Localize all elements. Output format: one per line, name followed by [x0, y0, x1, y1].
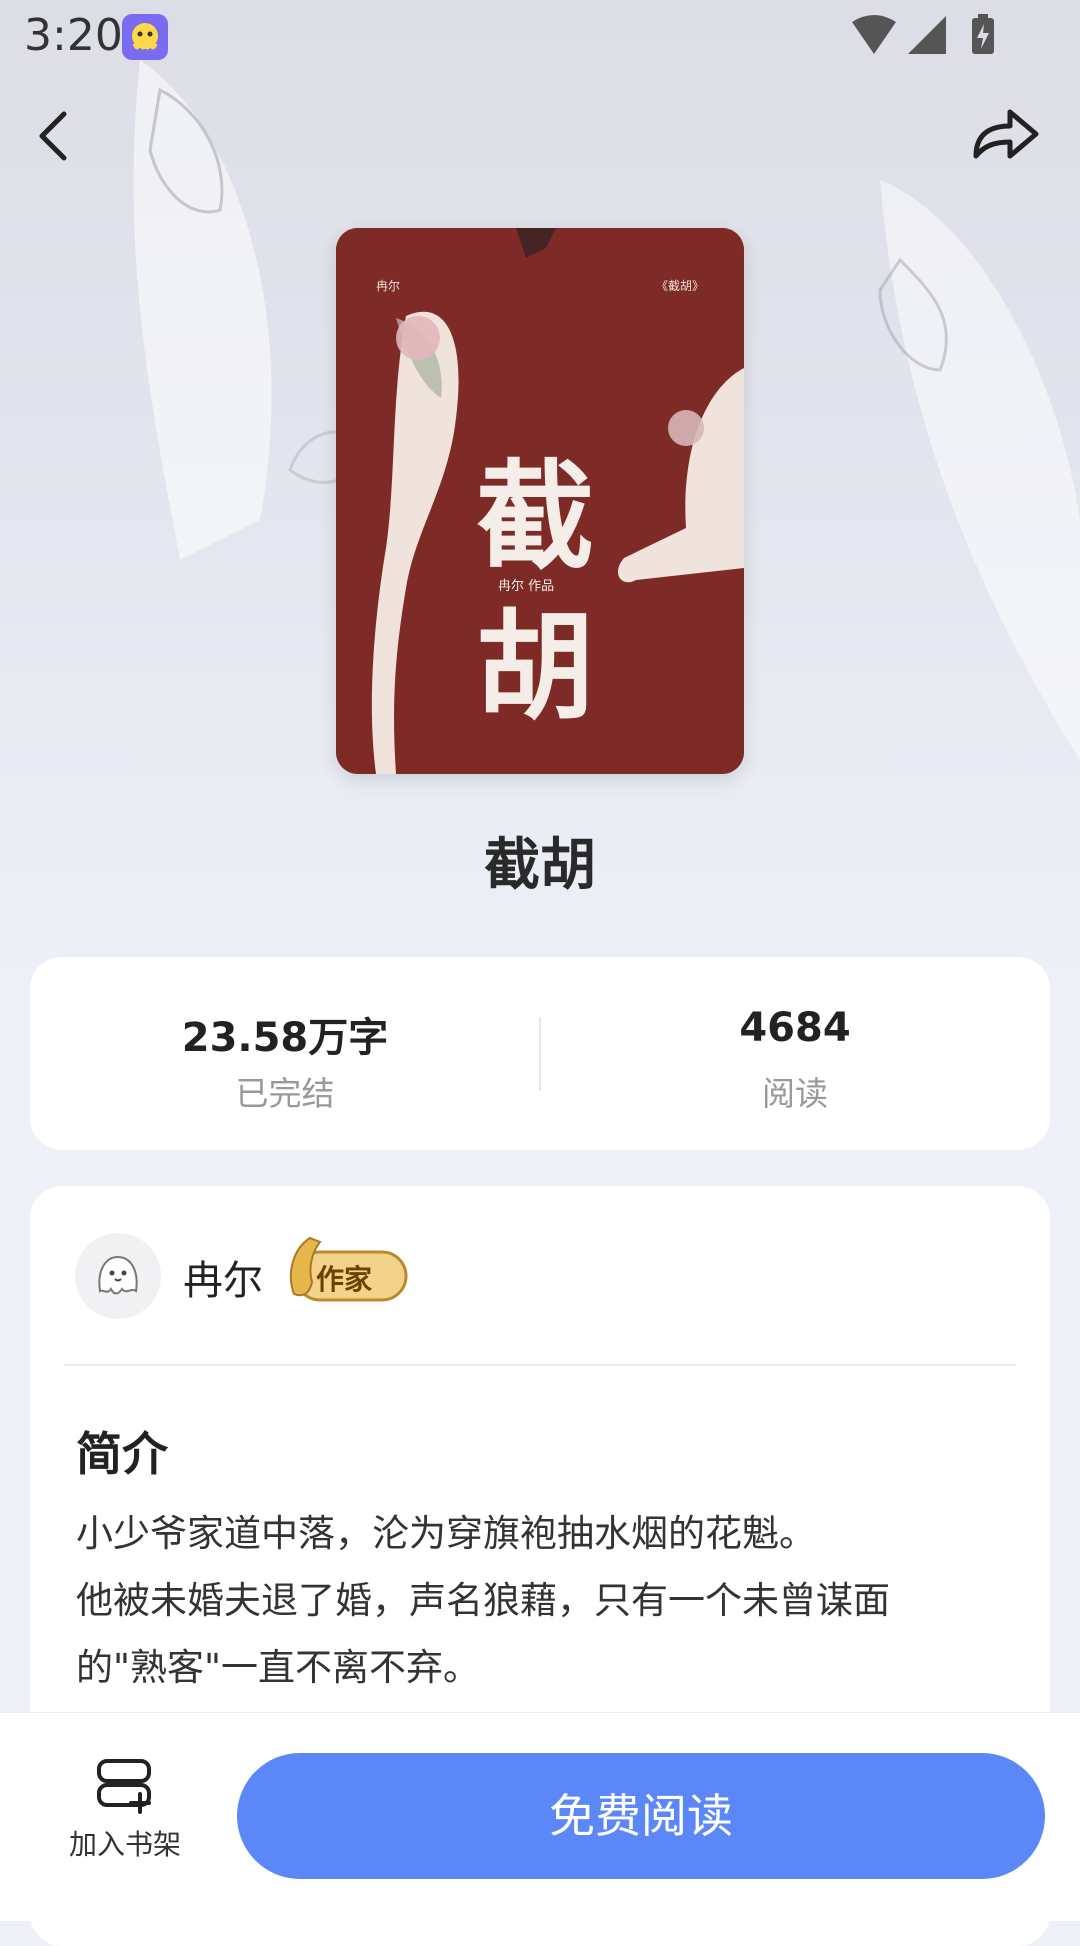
signal-icon	[908, 16, 946, 54]
intro-line: 他被未婚夫退了婚，声名狼藉，只有一个未曾谋面	[76, 1579, 890, 1622]
reads-stat: 4684 阅读	[540, 957, 1050, 1150]
share-button[interactable]	[966, 100, 1046, 170]
book-cover[interactable]: 冉尔 《截胡》 截 冉尔 作品 胡	[336, 228, 744, 774]
book-title: 截胡	[484, 833, 596, 898]
ghost-avatar-icon	[98, 1255, 138, 1295]
back-button[interactable]	[22, 100, 92, 170]
intro-line: 小少爷家道中落，沦为穿旗袍抽水烟的花魁。	[76, 1512, 816, 1555]
intro-line: 的"熟客"一直不离不弃。	[76, 1646, 481, 1689]
cover-author-small: 冉尔	[376, 278, 400, 293]
reads-label: 阅读	[762, 1074, 828, 1113]
author-name[interactable]: 冉尔	[183, 1248, 263, 1306]
cover-big-char-2: 胡	[476, 597, 594, 736]
cover-credit: 冉尔 作品	[498, 579, 554, 594]
wifi-icon	[852, 15, 896, 54]
cover-title-tag: 《截胡》	[656, 279, 704, 293]
cover-big-char-1: 截	[476, 447, 594, 586]
free-read-button[interactable]: 免费阅读	[237, 1753, 1045, 1879]
chevron-left-icon	[39, 111, 67, 161]
word-count-stat: 23.58万字 已完结	[30, 957, 540, 1150]
status-time: 3:20	[24, 10, 123, 61]
add-to-shelf-button[interactable]: 加入书架	[50, 1753, 200, 1873]
card-divider	[64, 1364, 1016, 1366]
stats-card: 23.58万字 已完结 4684 阅读	[30, 957, 1050, 1150]
author-avatar[interactable]	[75, 1233, 161, 1319]
reads-value: 4684	[739, 1005, 851, 1051]
word-count-value: 23.58万字	[181, 1015, 389, 1061]
status-bar: 3:20	[0, 0, 1080, 72]
battery-icon	[972, 14, 994, 54]
author-badge: 作家	[280, 1232, 410, 1306]
add-to-shelf-label: 加入书架	[68, 1828, 181, 1861]
status-icons	[850, 14, 1020, 58]
intro-text: 小少爷家道中落，沦为穿旗袍抽水烟的花魁。 他被未婚夫退了婚，声名狼藉，只有一个未…	[76, 1500, 1006, 1701]
app-notification-icon	[122, 14, 168, 60]
bookshelf-add-icon	[97, 1759, 151, 1814]
share-icon	[973, 109, 1039, 159]
completion-status: 已完结	[235, 1074, 335, 1113]
bottom-action-bar: 加入书架 免费阅读	[0, 1712, 1080, 1921]
intro-heading: 简介	[76, 1427, 168, 1481]
author-badge-label: 作家	[316, 1263, 373, 1296]
